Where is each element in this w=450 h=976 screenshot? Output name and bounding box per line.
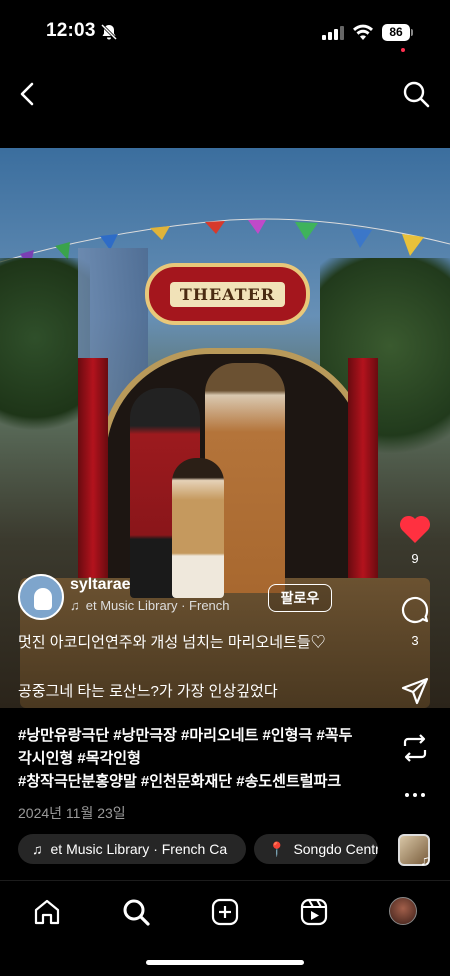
music-line[interactable]: ♫ et Music Library · French [70, 598, 266, 613]
music-note-icon: ♫ [32, 841, 43, 857]
battery-level: 86 [382, 24, 410, 41]
comment-count: 3 [411, 633, 419, 648]
create-plus-icon[interactable] [210, 897, 240, 927]
tree-left [0, 258, 90, 458]
curtain-right [348, 358, 378, 598]
share-action[interactable] [393, 676, 437, 711]
cellular-signal-icon [322, 26, 344, 40]
username[interactable]: syltarae [70, 576, 131, 594]
repost-icon[interactable] [400, 732, 430, 764]
post-author: syltarae ♫ et Music Library · French 팔로우 [18, 574, 338, 622]
search-icon[interactable] [402, 80, 430, 108]
send-icon[interactable] [400, 676, 430, 706]
music-chip[interactable]: ♫ et Music Library · French Ca [18, 834, 246, 864]
music-note-icon: ♫ [70, 598, 80, 613]
theater-sign-text: THEATER [169, 281, 286, 307]
hashtag-line[interactable]: #낭만유랑극단 #낭만극장 #마리오네트 #인형극 #꼭두 [18, 724, 378, 747]
notification-dot [401, 48, 405, 52]
comment-action[interactable]: 3 [393, 594, 437, 648]
more-icon[interactable] [400, 789, 430, 801]
comment-icon[interactable] [399, 594, 431, 626]
more-action[interactable] [393, 788, 437, 806]
music-chip-label: et Music Library · French Ca [50, 841, 228, 857]
location-chip[interactable]: 📍 Songdo Centr [254, 834, 378, 864]
wifi-icon [353, 24, 373, 40]
location-chip-label: Songdo Centr [293, 841, 378, 857]
avatar-ghost-figure [34, 588, 52, 610]
theater-sign: THEATER [145, 263, 310, 325]
back-chevron-icon[interactable] [14, 80, 42, 108]
caption-line-2: 공중그네 타는 로산느?가 가장 인상깊었다 [18, 683, 278, 700]
location-pin-icon: 📍 [268, 841, 286, 857]
home-indicator [146, 960, 304, 965]
avatar[interactable] [18, 574, 64, 620]
heart-filled-icon[interactable] [399, 514, 431, 544]
hashtags[interactable]: #낭만유랑극단 #낭만극장 #마리오네트 #인형극 #꼭두 각시인형 #목각인형… [18, 724, 378, 793]
status-bar: 12:03 86 [0, 0, 450, 64]
post-media[interactable]: THEATER [0, 148, 450, 708]
top-nav [0, 64, 450, 124]
music-note-icon: ♫ [420, 852, 431, 868]
repost-action[interactable] [393, 732, 437, 769]
like-count: 9 [411, 551, 419, 566]
post-date: 2024년 11월 23일 [18, 805, 126, 821]
search-icon[interactable] [121, 897, 151, 927]
hashtag-line[interactable]: #창작극단분홍양말 #인천문화재단 #송도센트럴파크 [18, 770, 378, 793]
info-chips: ♫ et Music Library · French Ca 📍 Songdo Ce… [18, 834, 378, 864]
music-line-text: et Music Library · French [85, 598, 230, 613]
battery-tip [411, 29, 413, 36]
follow-button[interactable]: 팔로우 [268, 584, 332, 612]
hashtag-line[interactable]: 각시인형 #목각인형 [18, 747, 378, 770]
curtain-left [78, 358, 108, 598]
like-action[interactable]: 9 [393, 514, 437, 566]
home-icon[interactable] [32, 897, 62, 927]
caption-line-1: 멋진 아코디언연주와 개성 넘치는 마리오네트들♡ [18, 634, 326, 651]
reels-icon[interactable] [299, 897, 329, 927]
bell-muted-icon [100, 23, 118, 41]
status-time: 12:03 [46, 20, 96, 41]
profile-avatar[interactable] [389, 897, 417, 925]
